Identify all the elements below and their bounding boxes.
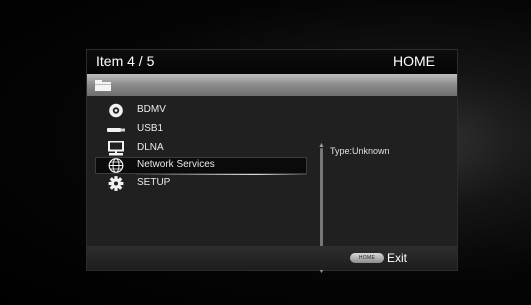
item-info-type: Type:Unknown: [330, 146, 390, 156]
list-item-label: DLNA: [137, 142, 164, 153]
tv-screen: Item 4 / 5 HOME BDMV USB1 DLNA Network S…: [0, 0, 531, 305]
item-counter: Item 4 / 5: [96, 53, 155, 69]
list-item-dlna[interactable]: DLNA: [95, 140, 307, 157]
folder-icon: [95, 80, 111, 91]
content-area: BDMV USB1 DLNA Network Services SETUP ▲ …: [87, 96, 457, 275]
home-menu-window: Item 4 / 5 HOME BDMV USB1 DLNA Network S…: [87, 50, 457, 275]
disc-icon: [109, 103, 123, 118]
bottom-bar: HOME Exit: [87, 246, 457, 270]
list-item-usb1[interactable]: USB1: [95, 121, 307, 138]
list-item-label: USB1: [137, 123, 164, 134]
list-item-setup[interactable]: SETUP: [95, 175, 307, 192]
network-pc-icon: [108, 141, 124, 156]
list-item-network-services[interactable]: Network Services: [95, 157, 307, 175]
page-title: HOME: [393, 53, 435, 69]
path-bar: [87, 74, 457, 96]
list-item-bdmv[interactable]: BDMV: [95, 102, 307, 119]
globe-icon: [108, 158, 124, 173]
home-button-icon: HOME: [350, 253, 384, 263]
list-item-label: Network Services: [137, 159, 215, 170]
gear-icon: [108, 176, 124, 191]
usb-icon: [107, 128, 125, 132]
title-bar: Item 4 / 5 HOME: [87, 50, 457, 74]
exit-label[interactable]: Exit: [387, 251, 407, 265]
list-item-label: SETUP: [137, 177, 171, 188]
list-item-label: BDMV: [137, 104, 166, 115]
